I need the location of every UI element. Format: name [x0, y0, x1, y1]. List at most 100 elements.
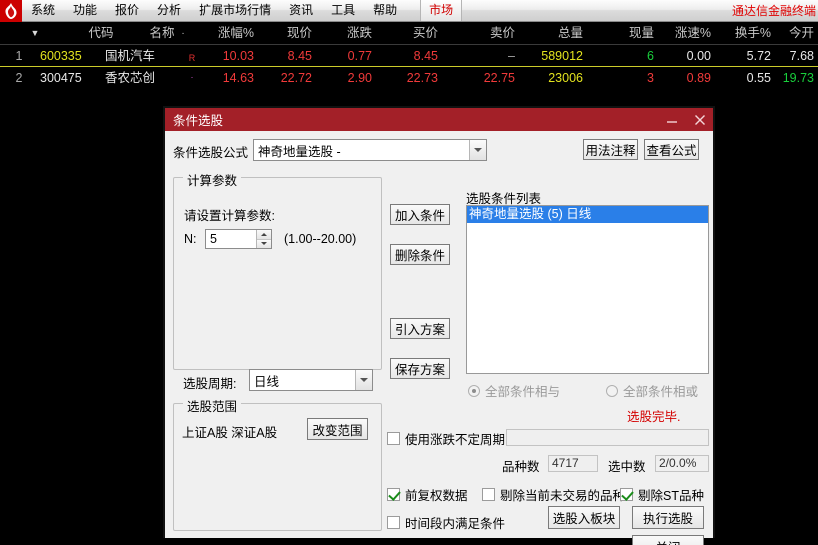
- column-header-open[interactable]: 今开: [770, 22, 814, 45]
- list-item[interactable]: 神奇地量选股 (5) 日线: [467, 206, 708, 223]
- row-index: 2: [15, 71, 23, 85]
- menu-item-news[interactable]: 资讯: [280, 0, 322, 21]
- close-icon[interactable]: [691, 111, 709, 129]
- cell-open: 7.68: [789, 49, 814, 63]
- dialog-title-bar[interactable]: 条件选股: [165, 108, 713, 131]
- radio-and-icon[interactable]: [468, 384, 480, 397]
- radio-and-label: 全部条件相与: [485, 385, 561, 399]
- add-condition-button[interactable]: 加入条件: [390, 204, 450, 225]
- period-value: 日线: [254, 374, 280, 389]
- column-header-ask[interactable]: 卖价: [465, 22, 515, 45]
- param-n-label: N:: [184, 232, 197, 246]
- menu-item-extended-market[interactable]: 扩展市场行情: [190, 0, 280, 21]
- column-header-change[interactable]: 涨跌: [322, 22, 372, 45]
- column-header-change-pct[interactable]: 涨幅%: [196, 22, 254, 45]
- column-header-code[interactable]: 代码: [72, 22, 130, 45]
- chevron-down-icon[interactable]: [355, 370, 372, 390]
- app-brand-label: 通达信金融终端: [731, 4, 816, 18]
- dialog-title: 条件选股: [173, 114, 224, 128]
- column-header-volume[interactable]: 总量: [533, 22, 583, 45]
- checkbox-icon[interactable]: [620, 488, 633, 501]
- scope-group: 选股范围 上证A股 深证A股 改变范围: [173, 396, 382, 531]
- execute-picker-button[interactable]: 执行选股: [632, 506, 704, 529]
- cell-speed: 0.89: [686, 71, 711, 85]
- selected-count-value: 2/0.0%: [655, 455, 709, 472]
- dialog-body: 条件选股公式 神奇地量选股 - 用法注释 查看公式 计算参数 请设置计算参数: …: [165, 131, 713, 545]
- tab-market[interactable]: 市场: [420, 0, 463, 21]
- menu-item-function[interactable]: 功能: [64, 0, 106, 21]
- checkbox-exclude-untraded-label: 剔除当前未交易的品种: [500, 489, 626, 503]
- row-index: 1: [15, 49, 23, 63]
- cell-name: 香农芯创: [105, 71, 156, 85]
- column-header-speed[interactable]: 涨速%: [656, 22, 711, 45]
- delete-condition-button[interactable]: 删除条件: [390, 244, 450, 265]
- param-range-label: (1.00--20.00): [284, 232, 357, 246]
- cell-code: 300475: [40, 71, 82, 85]
- checkbox-exclude-st[interactable]: 剔除ST品种: [620, 485, 704, 504]
- change-scope-button[interactable]: 改变范围: [307, 418, 368, 440]
- formula-combo[interactable]: 神奇地量选股 -: [253, 139, 487, 161]
- period-label: 选股周期:: [183, 377, 237, 391]
- cell-open: 19.73: [782, 71, 814, 85]
- cell-change: 0.77: [347, 49, 372, 63]
- cell-ask: –: [508, 49, 515, 63]
- add-to-block-button[interactable]: 选股入板块: [548, 506, 620, 529]
- spinner-up-icon[interactable]: [257, 230, 271, 240]
- table-row[interactable]: 1 600335 国机汽车 R 10.03 8.45 0.77 8.45 – 5…: [0, 45, 818, 67]
- total-count-label: 品种数: [502, 460, 540, 474]
- flame-logo-icon: [0, 0, 22, 22]
- cell-speed: 0.00: [686, 49, 711, 63]
- param-n-stepper[interactable]: 5: [205, 229, 272, 249]
- checkbox-icon[interactable]: [482, 488, 495, 501]
- menu-item-system[interactable]: 系统: [22, 0, 64, 21]
- column-header-cur-volume[interactable]: 现量: [604, 22, 654, 45]
- radio-all-and[interactable]: 全部条件相与: [468, 381, 560, 400]
- column-header-marker: ·: [181, 28, 185, 39]
- checkbox-exclude-untraded[interactable]: 剔除当前未交易的品种: [482, 485, 625, 504]
- view-formula-button[interactable]: 查看公式: [644, 139, 699, 160]
- cell-code: 600335: [40, 49, 82, 63]
- chevron-down-icon[interactable]: [469, 140, 486, 160]
- minimize-icon[interactable]: [663, 111, 681, 129]
- column-header-price[interactable]: 现价: [262, 22, 312, 45]
- table-row[interactable]: 2 300475 香农芯创 · 14.63 22.72 2.90 22.73 2…: [0, 67, 818, 89]
- cell-turnover: 0.55: [746, 71, 771, 85]
- checkbox-variable-period-label: 使用涨跌不定周期: [405, 433, 506, 447]
- cell-price: 8.45: [287, 49, 312, 63]
- column-header-turnover[interactable]: 换手%: [716, 22, 771, 45]
- cell-change-pct: 14.63: [222, 71, 254, 85]
- save-plan-button[interactable]: 保存方案: [390, 358, 450, 379]
- menu-bar: 系统 功能 报价 分析 扩展市场行情 资讯 工具 帮助 市场 通达信金融终端: [0, 0, 818, 22]
- checkbox-forward-adjusted[interactable]: 前复权数据: [387, 485, 468, 504]
- checkbox-icon[interactable]: [387, 516, 400, 529]
- checkbox-exclude-st-label: 剔除ST品种: [638, 489, 704, 503]
- radio-all-or[interactable]: 全部条件相或: [606, 381, 698, 400]
- column-header-bid[interactable]: 买价: [388, 22, 438, 45]
- calc-params-hint: 请设置计算参数:: [184, 209, 275, 223]
- checkbox-within-period[interactable]: 时间段内满足条件: [387, 513, 505, 532]
- cell-volume: 23006: [548, 71, 583, 85]
- formula-label: 条件选股公式: [173, 146, 249, 160]
- menu-item-analysis[interactable]: 分析: [148, 0, 190, 21]
- cell-change-pct: 10.03: [222, 49, 254, 63]
- checkbox-icon[interactable]: [387, 488, 400, 501]
- quote-table-header: ▼ 代码 名称 · 涨幅% 现价 涨跌 买价 卖价 总量 现量 涨速% 换手% …: [0, 22, 818, 45]
- menu-item-quote[interactable]: 报价: [106, 0, 148, 21]
- checkbox-icon[interactable]: [387, 432, 400, 445]
- param-n-value[interactable]: 5: [206, 230, 256, 248]
- spinner-down-icon[interactable]: [257, 239, 271, 248]
- sort-caret-down-icon[interactable]: ▼: [28, 22, 42, 45]
- cell-cur-volume: 3: [647, 71, 654, 85]
- import-plan-button[interactable]: 引入方案: [390, 318, 450, 339]
- menu-item-tools[interactable]: 工具: [322, 0, 364, 21]
- cell-cur-volume: 6: [647, 49, 654, 63]
- checkbox-variable-period[interactable]: 使用涨跌不定周期: [387, 429, 505, 448]
- period-combo[interactable]: 日线: [249, 369, 373, 391]
- usage-notes-button[interactable]: 用法注释: [583, 139, 638, 160]
- menu-item-help[interactable]: 帮助: [364, 0, 406, 21]
- close-button[interactable]: 关闭: [632, 535, 704, 545]
- cell-ask: 22.75: [483, 71, 515, 85]
- radio-or-icon[interactable]: [606, 384, 618, 397]
- condition-listbox[interactable]: 神奇地量选股 (5) 日线: [466, 205, 709, 374]
- variable-period-input[interactable]: [506, 429, 709, 446]
